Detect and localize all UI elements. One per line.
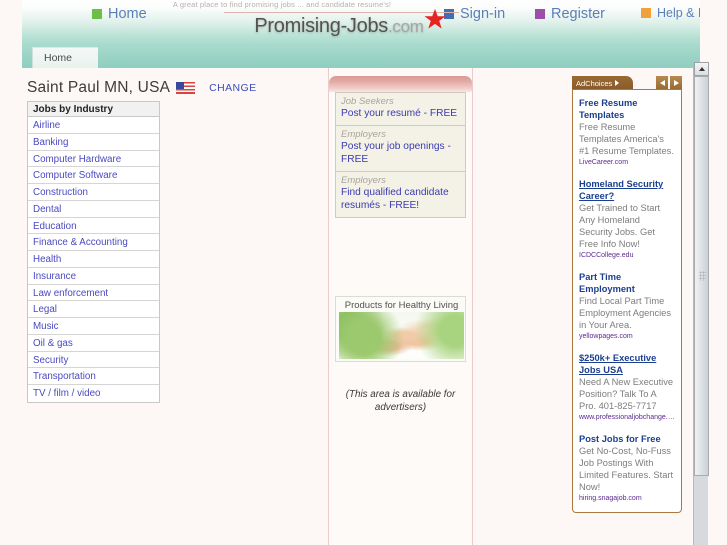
center-panel-cap [329, 76, 472, 92]
promo-job-seekers[interactable]: Job Seekers Post your resumé - FREE [335, 92, 466, 127]
ad-description: Need A New Executive Position? Talk To A… [579, 377, 674, 411]
scroll-up-button[interactable] [694, 62, 709, 76]
adchoices-tab[interactable]: AdChoices [572, 76, 634, 89]
adchoices-bar: AdChoices [572, 76, 682, 89]
chevron-right-icon [673, 79, 679, 86]
promo-employers-post[interactable]: Employers Post your job openings - FREE [335, 125, 466, 172]
industry-item-oil-gas[interactable]: Oil & gas [28, 334, 159, 352]
nav-help-faq[interactable]: Help & FAQ [641, 6, 700, 20]
industry-item-finance-accounting[interactable]: Finance & Accounting [28, 234, 159, 251]
us-flag-icon [176, 82, 196, 94]
promo-employers-post-link[interactable]: Post your job openings - FREE [341, 141, 460, 166]
nav-register-label: Register [551, 6, 605, 22]
promo-employers-find-link[interactable]: Find qualified candidate resumés - FREE! [341, 187, 460, 212]
jobs-by-industry-panel: Jobs by Industry Airline Banking Compute… [27, 101, 160, 403]
tab-home[interactable]: Home [32, 47, 99, 68]
scrollbar-grip-icon [699, 271, 706, 281]
ad-title[interactable]: Part Time Employment [579, 271, 675, 295]
ad-prev-button[interactable] [656, 76, 668, 89]
industry-item-dental[interactable]: Dental [28, 200, 159, 218]
logo-name: Promising-Jobs [254, 15, 388, 37]
ad-url[interactable]: hiring.snagajob.com [579, 494, 675, 504]
ad-item: $250k+ Executive Jobs USA Need A New Exe… [579, 352, 675, 423]
industry-item-tv-film-video[interactable]: TV / film / video [28, 385, 159, 402]
nav-help-swatch-icon [641, 8, 651, 18]
page-left-margin [0, 0, 22, 545]
site-header: A great place to find promising jobs ...… [22, 0, 700, 44]
page-root: A great place to find promising jobs ...… [0, 0, 727, 545]
ad-title[interactable]: $250k+ Executive Jobs USA [579, 352, 675, 376]
ad-url[interactable]: yellowpages.com [579, 332, 675, 342]
advertiser-availability-note: (This area is available for advertisers) [345, 389, 456, 413]
tab-bar: Home [22, 44, 700, 68]
ad-item: Part Time Employment Find Local Part Tim… [579, 271, 675, 342]
scrollbar-thumb[interactable] [694, 76, 709, 476]
adchoices-triangle-icon [615, 80, 620, 86]
ad-item: Homeland Security Career? Get Trained to… [579, 178, 675, 261]
ad-url[interactable]: LiveCareer.com [579, 158, 675, 168]
ad-description: Free Resume Templates America's #1 Resum… [579, 122, 674, 156]
industry-item-health[interactable]: Health [28, 251, 159, 268]
ad-list: Free Resume Templates Free Resume Templa… [572, 89, 682, 513]
industry-item-insurance[interactable]: Insurance [28, 267, 159, 285]
nav-home-label: Home [108, 6, 147, 22]
industry-item-computer-hardware[interactable]: Computer Hardware [28, 150, 159, 168]
industry-item-banking[interactable]: Banking [28, 133, 159, 151]
healthy-living-image [339, 312, 464, 359]
page-right-margin [708, 0, 727, 545]
industry-item-computer-software[interactable]: Computer Software [28, 167, 159, 184]
nav-help-label: Help & FAQ [657, 6, 700, 20]
ad-next-button[interactable] [670, 76, 682, 89]
ad-nav-arrows [656, 76, 682, 89]
change-location-link[interactable]: CHANGE [209, 82, 256, 94]
healthy-living-title: Products for Healthy Living [344, 300, 459, 311]
content-area: Saint Paul MN, USA CHANGE Jobs by Indust… [22, 68, 700, 545]
nav-register-swatch-icon [535, 9, 545, 19]
promo-job-seekers-link[interactable]: Post your resumé - FREE [341, 108, 460, 121]
ad-title[interactable]: Free Resume Templates [579, 97, 675, 121]
healthy-living-ad[interactable]: Products for Healthy Living [335, 296, 466, 362]
industry-item-law-enforcement[interactable]: Law enforcement [28, 284, 159, 302]
ad-title[interactable]: Post Jobs for Free [579, 433, 675, 445]
center-column: Job Seekers Post your resumé - FREE Empl… [328, 68, 473, 545]
ad-column: AdChoices Free Resume Templates Free Res… [572, 76, 682, 513]
industry-item-airline[interactable]: Airline [28, 117, 159, 134]
arrow-up-icon [698, 67, 705, 71]
industry-item-construction[interactable]: Construction [28, 184, 159, 201]
industry-item-music[interactable]: Music [28, 318, 159, 335]
industry-item-education[interactable]: Education [28, 217, 159, 235]
promo-employers-find-kicker: Employers [341, 175, 386, 186]
ad-url[interactable]: ICDCCollege.edu [579, 251, 675, 261]
ad-title[interactable]: Homeland Security Career? [579, 178, 675, 202]
nav-register[interactable]: Register [535, 6, 605, 22]
nav-signin-label: Sign-in [460, 6, 506, 22]
ad-item: Free Resume Templates Free Resume Templa… [579, 97, 675, 168]
ad-description: Get No-Cost, No-Fuss Job Postings With L… [579, 446, 674, 492]
promo-employers-post-kicker: Employers [341, 129, 386, 140]
nav-home-swatch-icon [92, 9, 102, 19]
adchoices-label: AdChoices [576, 78, 613, 88]
logo-tld: .com [387, 17, 424, 36]
location-row: Saint Paul MN, USA CHANGE [27, 79, 256, 97]
industry-item-security[interactable]: Security [28, 351, 159, 369]
promo-job-seekers-kicker: Job Seekers [341, 96, 394, 107]
vertical-scrollbar[interactable] [693, 62, 709, 545]
ad-description: Get Trained to Start Any Homeland Securi… [579, 203, 661, 249]
ad-item: Post Jobs for Free Get No-Cost, No-Fuss … [579, 433, 675, 504]
chevron-left-icon [659, 79, 665, 86]
promo-employers-find[interactable]: Employers Find qualified candidate resum… [335, 171, 466, 218]
nav-home[interactable]: Home [92, 6, 147, 22]
star-icon [424, 8, 446, 29]
ad-url[interactable]: www.professionaljobchange.c... [579, 413, 675, 423]
industry-item-legal[interactable]: Legal [28, 301, 159, 318]
industry-heading: Jobs by Industry [28, 102, 159, 117]
location-name: Saint Paul MN, USA [27, 79, 171, 96]
ad-description: Find Local Part Time Employment Agencies… [579, 296, 671, 330]
industry-item-transportation[interactable]: Transportation [28, 368, 159, 385]
